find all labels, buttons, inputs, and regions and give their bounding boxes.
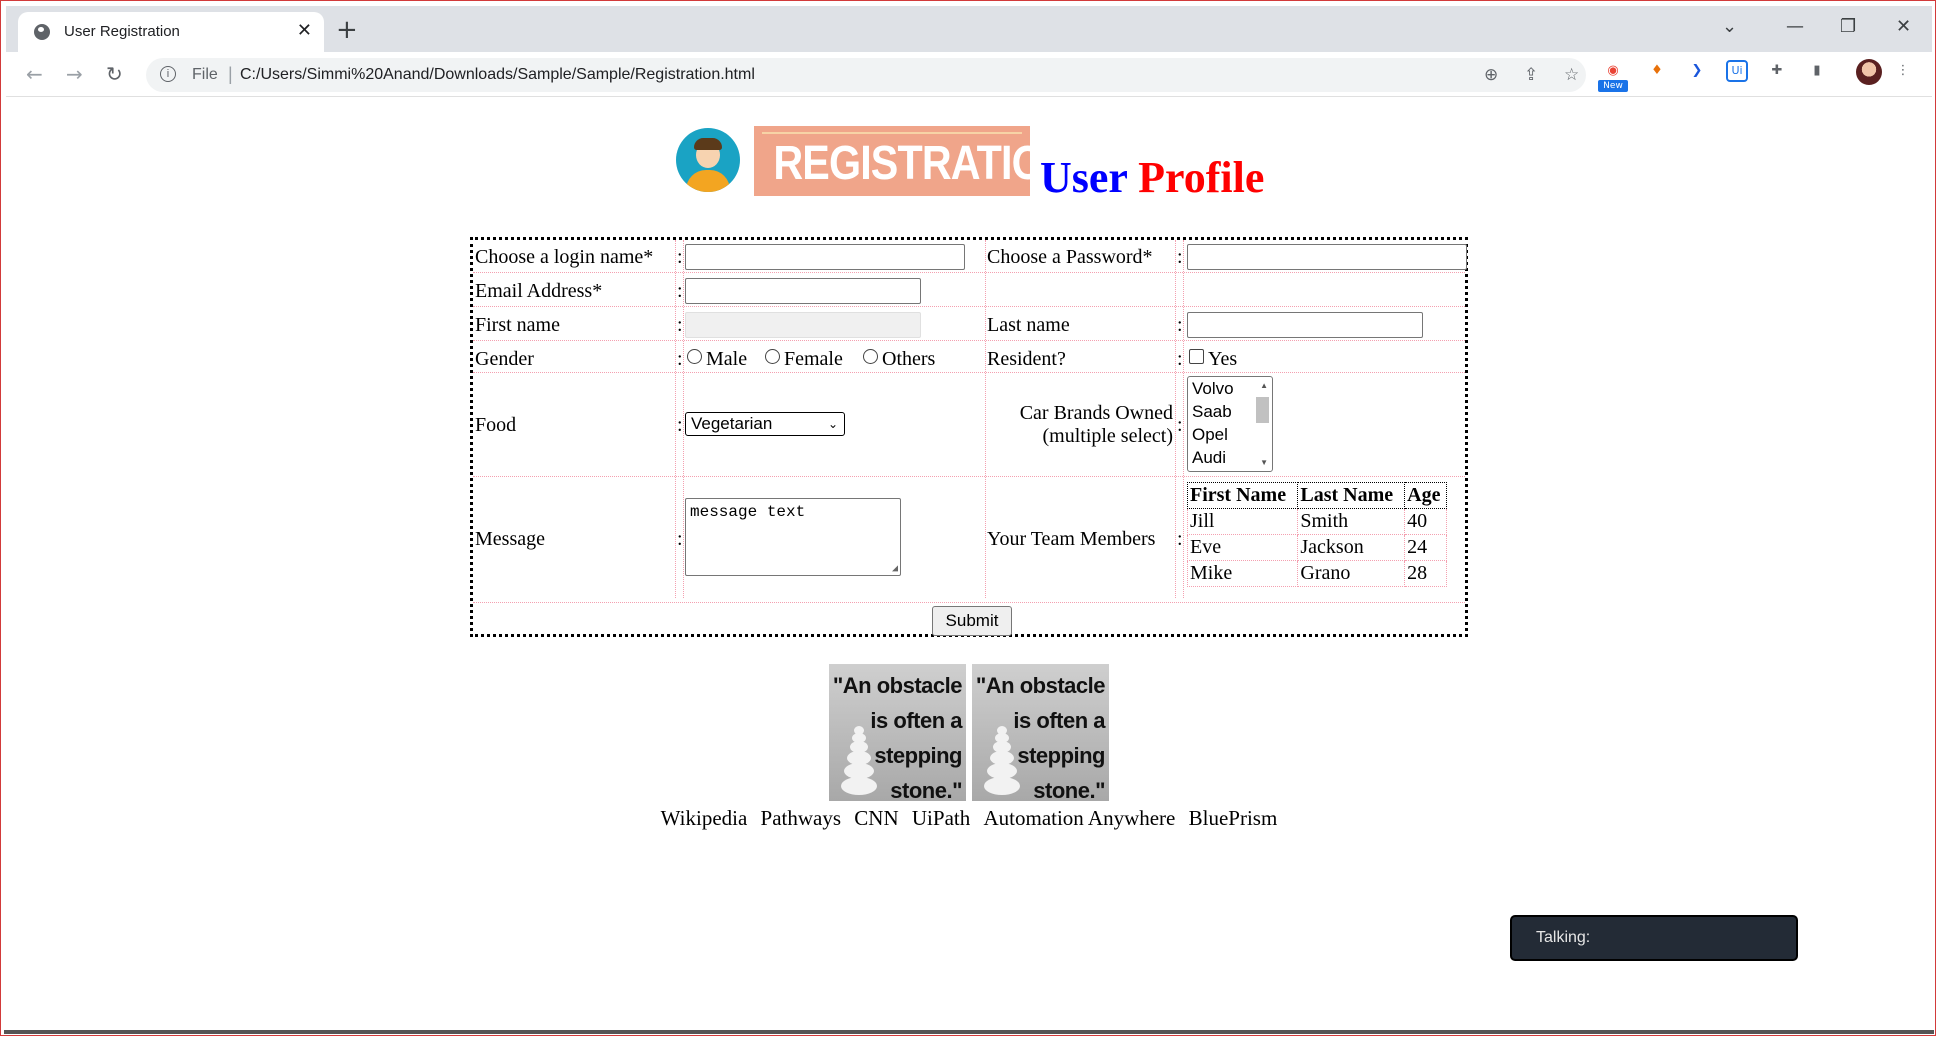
link-uipath[interactable]: UiPath: [912, 806, 970, 830]
car-option[interactable]: Saab: [1192, 402, 1232, 422]
food-label: Food: [475, 414, 517, 436]
password-label: Choose a Password*: [987, 246, 1153, 268]
tab-strip: User Registration ✕ + ⌄ — ❐ ✕: [6, 6, 1932, 52]
browser-toolbar: ← → ↻ i File | C:/Users/Simmi%20Anand/Do…: [6, 52, 1932, 97]
automate-extension-icon[interactable]: ❯: [1686, 60, 1708, 82]
car-option[interactable]: Opel: [1192, 425, 1228, 445]
puzzle-extensions-icon[interactable]: ✚: [1766, 60, 1788, 82]
forward-icon[interactable]: →: [66, 62, 83, 86]
gender-radio-male[interactable]: Male: [687, 348, 747, 371]
message-label: Message: [475, 528, 545, 550]
link-wikipedia[interactable]: Wikipedia: [661, 806, 748, 830]
link-automation-anywhere[interactable]: Automation Anywhere: [983, 806, 1175, 830]
extension-icon-1[interactable]: ◉: [1602, 60, 1624, 82]
team-members-table: First Name Last Name Age Jill Smith 40 E…: [1186, 482, 1447, 587]
table-row: Mike Grano 28: [1186, 560, 1447, 587]
browser-tab[interactable]: User Registration ✕: [18, 12, 324, 52]
scroll-down-icon[interactable]: ▼: [1260, 458, 1268, 467]
login-name-input[interactable]: [685, 244, 965, 270]
rocket-extension-icon[interactable]: ♦: [1646, 60, 1668, 82]
zoom-icon[interactable]: ⊕: [1484, 65, 1498, 85]
restore-icon[interactable]: ❐: [1840, 16, 1856, 37]
table-header: Last Name: [1297, 482, 1406, 509]
profile-avatar[interactable]: [1856, 59, 1882, 85]
resize-grip-icon[interactable]: ◢: [892, 563, 898, 575]
tab-search-icon[interactable]: ⌄: [1722, 16, 1737, 37]
food-select[interactable]: Vegetarian ⌄: [685, 412, 845, 436]
link-blueprism[interactable]: BluePrism: [1189, 806, 1278, 830]
first-name-input[interactable]: [685, 312, 921, 338]
resident-checkbox[interactable]: Yes: [1189, 348, 1237, 371]
gender-radio-others[interactable]: Others: [863, 348, 935, 371]
share-icon[interactable]: ⇪: [1524, 65, 1538, 85]
bookmark-star-icon[interactable]: ☆: [1564, 65, 1579, 85]
table-header: First Name: [1186, 482, 1299, 509]
chevron-down-icon: ⌄: [827, 417, 838, 431]
globe-icon: [34, 24, 50, 40]
email-label: Email Address*: [475, 280, 603, 302]
close-window-icon[interactable]: ✕: [1896, 16, 1911, 37]
gender-label: Gender: [475, 348, 534, 370]
car-brands-label: Car Brands Owned (multiple select): [1019, 402, 1173, 447]
side-panel-icon[interactable]: ▮: [1806, 60, 1828, 82]
message-textarea[interactable]: message text ◢: [685, 498, 901, 576]
submit-button[interactable]: Submit: [932, 606, 1012, 636]
user-avatar-image: [676, 128, 740, 192]
car-option[interactable]: Audi: [1192, 448, 1226, 468]
url-scheme: File: [192, 66, 218, 83]
last-name-input[interactable]: [1187, 312, 1423, 338]
car-brands-listbox[interactable]: Volvo Saab Opel Audi ▲ ▼: [1187, 376, 1273, 472]
link-pathways[interactable]: Pathways: [761, 806, 842, 830]
quote-image: "An obstacle is often a stepping stone.": [972, 664, 1109, 801]
last-name-label: Last name: [987, 314, 1070, 336]
email-input[interactable]: [685, 278, 921, 304]
minimize-icon[interactable]: —: [1786, 16, 1804, 37]
gender-radio-female[interactable]: Female: [765, 348, 843, 371]
address-bar[interactable]: i File | C:/Users/Simmi%20Anand/Download…: [146, 58, 1586, 92]
registration-form: Choose a login name* : Choose a Password…: [470, 237, 1468, 637]
info-icon[interactable]: i: [160, 66, 176, 82]
link-cnn[interactable]: CNN: [854, 806, 898, 830]
url-text[interactable]: C:/Users/Simmi%20Anand/Downloads/Sample/…: [240, 66, 755, 84]
registration-banner: REGISTRATION: [754, 126, 1073, 196]
back-icon[interactable]: ←: [26, 62, 43, 86]
talking-label: Talking:: [1536, 929, 1591, 946]
links-bar: Wikipedia Pathways CNN UiPath Automation…: [0, 806, 1938, 831]
bottom-edge: [4, 1030, 1934, 1034]
menu-dots-icon[interactable]: ⋮: [1892, 60, 1914, 82]
scroll-up-icon[interactable]: ▲: [1260, 381, 1268, 390]
first-name-label: First name: [475, 314, 560, 336]
talking-overlay: Talking:: [1512, 917, 1796, 959]
resident-label: Resident?: [987, 348, 1066, 370]
car-option[interactable]: Volvo: [1192, 379, 1234, 399]
password-input[interactable]: [1187, 244, 1467, 270]
quote-image: "An obstacle is often a stepping stone.": [829, 664, 966, 801]
tab-title: User Registration: [64, 23, 180, 40]
new-badge: New: [1598, 80, 1628, 92]
uipath-extension-icon[interactable]: Ui: [1726, 60, 1748, 82]
team-members-label: Your Team Members: [987, 528, 1156, 550]
page-title: User Profile: [1040, 153, 1265, 202]
login-name-label: Choose a login name*: [475, 246, 654, 268]
reload-icon[interactable]: ↻: [106, 62, 123, 86]
close-tab-icon[interactable]: ✕: [297, 20, 312, 41]
new-tab-icon[interactable]: +: [336, 15, 358, 45]
table-header: Age: [1404, 482, 1447, 509]
listbox-scrollbar[interactable]: [1256, 397, 1269, 423]
table-row: Jill Smith 40: [1186, 508, 1447, 535]
table-row: Eve Jackson 24: [1186, 534, 1447, 561]
